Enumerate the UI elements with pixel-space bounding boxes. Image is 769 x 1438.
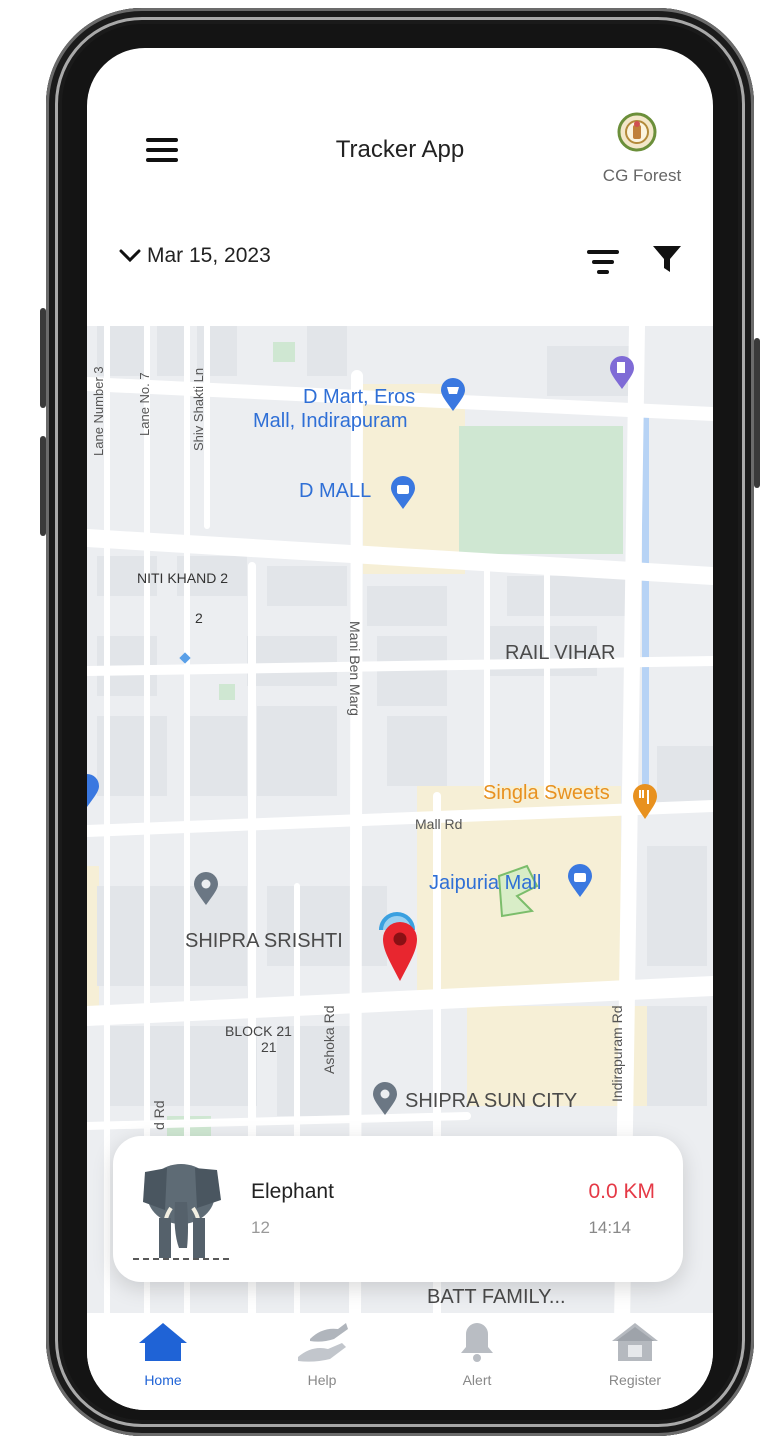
- date-selector[interactable]: Mar 15, 2023: [119, 242, 271, 270]
- bell-icon: [461, 1323, 493, 1362]
- map-label: Mall Rd: [415, 816, 463, 832]
- map-label: Mani Ben Marg: [347, 621, 363, 716]
- tracked-animal-card[interactable]: Elephant 12 0.0 KM 14:14: [113, 1136, 683, 1282]
- map-label: D Mart, Eros: [303, 386, 416, 408]
- map-label: Mall, Indirapuram: [253, 410, 408, 432]
- chevron-down-icon: [119, 249, 141, 263]
- nav-item-help[interactable]: Help: [267, 1321, 377, 1388]
- shopping-marker-icon[interactable]: [439, 378, 467, 412]
- animal-id: 12: [251, 1218, 270, 1237]
- nav-item-alert[interactable]: Alert: [422, 1321, 532, 1388]
- restaurant-marker-icon[interactable]: [631, 784, 659, 820]
- map-label: BATT FAMILY...: [427, 1286, 566, 1308]
- map-label: D MALL: [299, 480, 372, 502]
- map-label: SHIPRA SUN CITY: [405, 1090, 578, 1112]
- map-label: 21: [261, 1039, 277, 1055]
- map-label: Indirapuram Rd: [609, 1005, 625, 1103]
- animal-name: Elephant: [251, 1180, 334, 1203]
- map-label: Singla Sweets: [483, 782, 610, 804]
- place-marker-icon[interactable]: [193, 872, 219, 906]
- volume-up-button: [40, 308, 46, 408]
- fuel-station-marker-icon[interactable]: [608, 356, 636, 390]
- help-hands-icon: [298, 1323, 348, 1362]
- volume-down-button: [40, 436, 46, 536]
- nav-label-alert: Alert: [462, 1372, 492, 1388]
- nav-label-help: Help: [307, 1372, 337, 1388]
- map-label: d Rd: [151, 1100, 167, 1130]
- place-marker-icon[interactable]: [372, 1082, 398, 1116]
- bottom-nav: Home Help Alert Register: [87, 1313, 713, 1410]
- power-button: [754, 338, 760, 488]
- map-label: Jaipuria Mall: [429, 872, 542, 894]
- map-label: 2: [195, 610, 203, 626]
- nav-label-register: Register: [608, 1372, 662, 1388]
- register-house-icon: [612, 1323, 658, 1361]
- nav-label-home: Home: [144, 1372, 182, 1388]
- map-label: Lane No. 7: [137, 372, 152, 436]
- small-poi-icon: [179, 652, 191, 664]
- map-label: NITI KHAND 2: [137, 570, 229, 586]
- filter-funnel-icon[interactable]: [652, 244, 682, 274]
- map-label: Ashoka Rd: [321, 1005, 337, 1074]
- map-label: Lane Number 3: [91, 366, 106, 456]
- home-icon: [139, 1323, 187, 1361]
- forest-logo-icon: [617, 112, 657, 152]
- shopping-bag-marker-icon[interactable]: [566, 864, 594, 898]
- distance-value: 0.0 KM: [588, 1180, 655, 1203]
- last-seen-time: 14:14: [588, 1218, 631, 1237]
- map-label: BLOCK 21: [225, 1023, 292, 1039]
- map-label: RAIL VIHAR: [505, 642, 616, 664]
- logo-caption: CG Forest: [602, 166, 682, 185]
- selected-date: Mar 15, 2023: [147, 244, 271, 267]
- shopping-cart-marker-icon[interactable]: [87, 774, 101, 808]
- app-screen: Tracker App CG Forest Mar 15, 2023 D Mar…: [87, 48, 713, 1410]
- sort-icon[interactable]: [587, 250, 619, 274]
- map-label: Shiv Shakti Ln: [191, 367, 206, 451]
- nav-item-register[interactable]: Register: [580, 1321, 690, 1388]
- shopping-bag-marker-icon[interactable]: [389, 476, 417, 510]
- elephant-image: [133, 1164, 233, 1260]
- map-label: SHIPRA SRISHTI: [185, 930, 343, 952]
- animal-location-pin-icon[interactable]: [381, 920, 419, 982]
- nav-item-home[interactable]: Home: [108, 1321, 218, 1388]
